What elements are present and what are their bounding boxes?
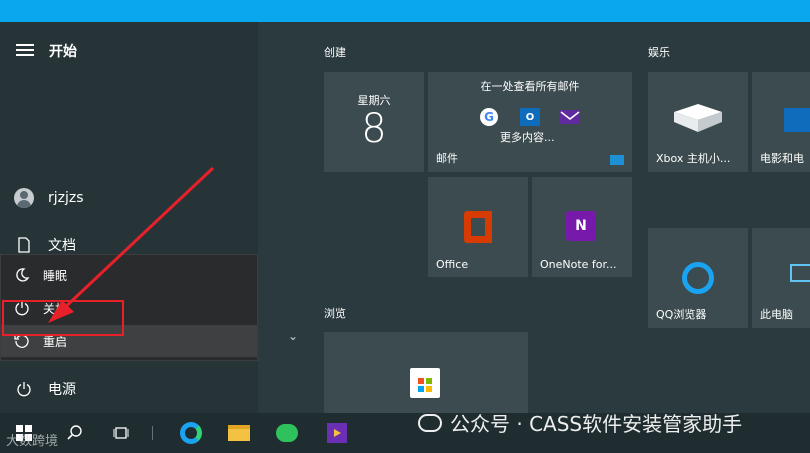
section-entertainment: 娱乐 <box>648 46 670 59</box>
qq-browser-tile[interactable]: QQ浏览器 <box>648 228 748 328</box>
movies-label: 电影和电 <box>760 152 804 165</box>
mail-tile[interactable]: 在一处查看所有邮件 G O 更多内容... 邮件 <box>428 72 632 172</box>
this-pc-tile[interactable]: 此电脑 <box>752 228 810 328</box>
onenote-icon: N <box>566 211 596 241</box>
yahoo-mail-icon <box>560 110 580 124</box>
task-view-icon[interactable] <box>106 413 136 453</box>
start-title: 开始 <box>49 44 77 60</box>
xbox-label: Xbox 主机小... <box>656 152 731 165</box>
watermark-text: 公众号 · CASS软件安装管家助手 <box>450 412 743 436</box>
desktop-top-strip <box>0 0 810 22</box>
monitor-icon <box>790 264 810 282</box>
rail-power[interactable]: 电源 <box>0 371 258 407</box>
qq-browser-label: QQ浏览器 <box>656 308 707 321</box>
office-icon <box>464 211 492 243</box>
store-bag-icon <box>410 368 440 398</box>
xbox-console-icon <box>670 102 726 140</box>
sleep-label: 睡眠 <box>43 268 68 283</box>
power-label: 电源 <box>48 382 76 398</box>
corner-watermark: 大数跨境 <box>6 434 59 449</box>
hamburger-menu-icon[interactable] <box>16 44 34 56</box>
restart-highlight-box <box>2 300 124 336</box>
section-browse: 浏览 <box>324 307 346 320</box>
user-name: rjzjzs <box>48 190 84 206</box>
calendar-date: 8 <box>361 106 387 152</box>
calendar-tile[interactable]: 星期六 8 <box>324 72 424 172</box>
this-pc-label: 此电脑 <box>760 308 793 321</box>
mail-header: 在一处查看所有邮件 <box>480 80 580 93</box>
store-tile[interactable] <box>324 332 528 413</box>
movies-tile[interactable]: 电影和电 <box>752 72 810 172</box>
section-create: 创建 <box>324 46 346 59</box>
office-tile[interactable]: Office <box>428 177 528 277</box>
mail-label: 邮件 <box>436 152 458 165</box>
onenote-label: OneNote for... <box>540 258 617 271</box>
search-icon[interactable] <box>60 413 90 453</box>
document-icon <box>0 237 48 253</box>
office-label: Office <box>436 258 469 271</box>
google-icon: G <box>480 108 498 126</box>
onenote-tile[interactable]: N OneNote for... <box>532 177 632 277</box>
outlook-icon: O <box>520 108 540 126</box>
edge-browser-icon[interactable] <box>176 413 206 453</box>
moon-icon <box>1 267 43 283</box>
sleep-option[interactable]: 睡眠 <box>1 259 257 291</box>
xbox-tile[interactable]: Xbox 主机小... <box>648 72 748 172</box>
file-explorer-icon[interactable] <box>224 413 254 453</box>
mail-badge-icon <box>610 155 624 165</box>
taskbar-separator <box>152 426 153 440</box>
chevron-down-icon[interactable]: ⌄ <box>288 329 298 343</box>
rail-user[interactable]: rjzjzs <box>0 180 258 216</box>
start-menu: 开始 rjzjzs 文档 睡眠 关机 重启 电源 ⌄ 创建 娱乐 浏览 星期六 … <box>0 22 810 413</box>
avatar <box>14 188 34 208</box>
wechat-official-account-icon <box>418 413 442 432</box>
wechat-icon[interactable] <box>272 413 302 453</box>
qq-browser-icon <box>682 262 714 294</box>
watermark: 公众号 · CASS软件安装管家助手 <box>418 408 742 437</box>
film-icon <box>784 108 810 132</box>
power-icon <box>0 381 48 397</box>
media-player-icon[interactable] <box>322 413 352 453</box>
mail-more-text: 更多内容... <box>500 131 555 144</box>
documents-label: 文档 <box>48 238 76 254</box>
